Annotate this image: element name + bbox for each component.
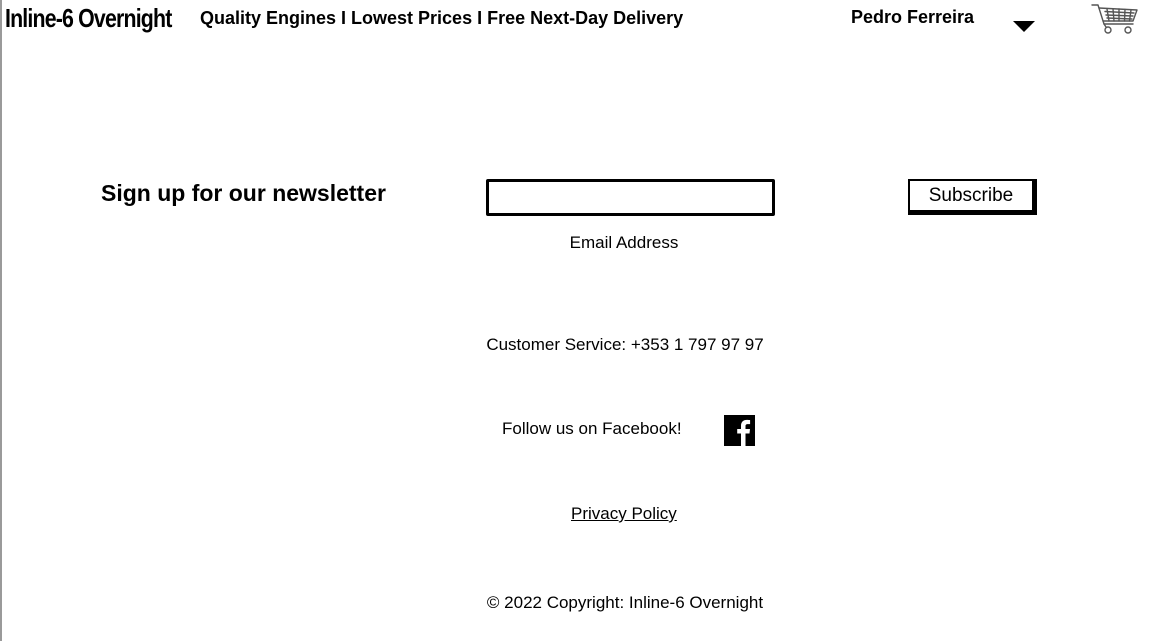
- caret-down-icon[interactable]: [1013, 21, 1035, 32]
- email-label: Email Address: [569, 233, 679, 252]
- email-input[interactable]: [486, 179, 775, 216]
- shopping-cart-icon[interactable]: [1090, 2, 1140, 36]
- privacy-policy-link[interactable]: Privacy Policy: [571, 504, 677, 524]
- customer-service-text: Customer Service: +353 1 797 97 97: [486, 335, 764, 354]
- header-tagline: Quality Engines I Lowest Prices I Free N…: [200, 8, 684, 28]
- brand-logo-text[interactable]: Inline-6 Overnight: [5, 3, 172, 34]
- page: Inline-6 Overnight Quality Engines I Low…: [0, 0, 1159, 641]
- newsletter-heading: Sign up for our newsletter: [101, 180, 386, 206]
- user-name[interactable]: Pedro Ferreira: [851, 7, 974, 28]
- copyright-text: © 2022 Copyright: Inline-6 Overnight: [486, 593, 764, 612]
- facebook-icon[interactable]: [724, 415, 755, 446]
- facebook-text: Follow us on Facebook!: [502, 419, 682, 438]
- subscribe-button[interactable]: Subscribe: [908, 179, 1037, 215]
